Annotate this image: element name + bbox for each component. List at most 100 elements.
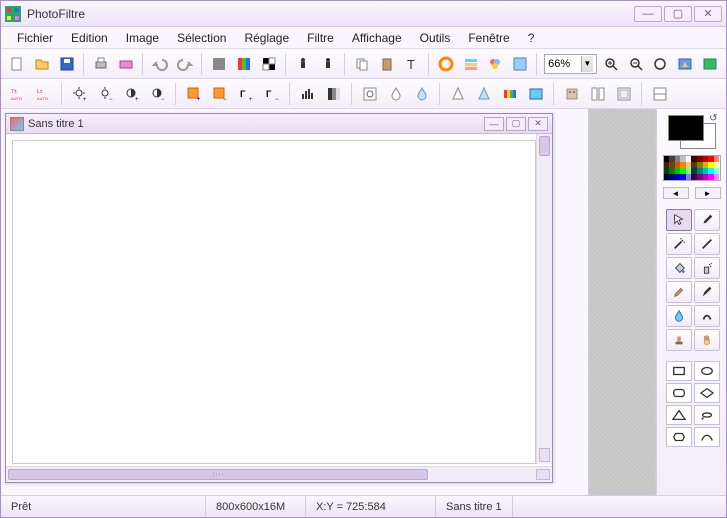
scroll-right-button[interactable]: [536, 469, 550, 480]
rect-shape[interactable]: [666, 361, 692, 381]
relief-button[interactable]: [561, 83, 583, 105]
brush-tool[interactable]: [666, 281, 692, 303]
blur-button[interactable]: [411, 83, 433, 105]
undo-button[interactable]: [150, 53, 171, 75]
photomask-button[interactable]: [525, 83, 547, 105]
doc-close-button[interactable]: ✕: [528, 117, 548, 131]
lasso-shape[interactable]: [694, 405, 720, 425]
ellipse-shape[interactable]: [694, 361, 720, 381]
adv-brush-tool[interactable]: [694, 281, 720, 303]
options-button[interactable]: [460, 53, 481, 75]
palette-swatch[interactable]: [714, 174, 720, 180]
saturation-minus-button[interactable]: Γ−: [261, 83, 283, 105]
pipette-tool[interactable]: [694, 209, 720, 231]
menu-reglage[interactable]: Réglage: [236, 29, 297, 47]
histogram-button[interactable]: [297, 83, 319, 105]
auto-levels-button[interactable]: T±AUTO: [7, 83, 29, 105]
wand-tool[interactable]: [666, 233, 692, 255]
zoom-fit-button[interactable]: [650, 53, 671, 75]
chevron-down-icon[interactable]: ▼: [581, 56, 593, 72]
menu-outils[interactable]: Outils: [412, 29, 459, 47]
contrast-plus-button[interactable]: +: [121, 83, 143, 105]
zoom-in-button[interactable]: [601, 53, 622, 75]
new-button[interactable]: [7, 53, 28, 75]
freehand-shape[interactable]: [694, 427, 720, 447]
checker-button[interactable]: [258, 53, 279, 75]
zoom-out-button[interactable]: [625, 53, 646, 75]
doc-minimize-button[interactable]: —: [484, 117, 504, 131]
canvas[interactable]: [12, 140, 536, 464]
scroll-tool[interactable]: [694, 329, 720, 351]
man-left-button[interactable]: [293, 53, 314, 75]
color-palette[interactable]: [663, 155, 721, 181]
frame-button[interactable]: [587, 83, 609, 105]
hue-button[interactable]: [436, 53, 457, 75]
menu-fichier[interactable]: Fichier: [9, 29, 61, 47]
open-button[interactable]: [32, 53, 53, 75]
document-window[interactable]: Sans titre 1 — ▢ ✕: [5, 113, 553, 483]
contrast-minus-button[interactable]: −: [147, 83, 169, 105]
grayscale-button[interactable]: [323, 83, 345, 105]
spray-tool[interactable]: [694, 257, 720, 279]
vertical-scrollbar[interactable]: [536, 134, 552, 464]
blur-tool[interactable]: [666, 305, 692, 327]
titlebar[interactable]: PhotoFiltre — ▢ ✕: [1, 1, 726, 27]
last-filter-button[interactable]: [649, 83, 671, 105]
scrollbar-thumb[interactable]: [539, 136, 550, 156]
menu-selection[interactable]: Sélection: [169, 29, 234, 47]
scroll-down-button[interactable]: [539, 448, 550, 462]
save-button[interactable]: [56, 53, 77, 75]
horizontal-scrollbar[interactable]: [6, 466, 552, 482]
window-close-button[interactable]: ✕: [694, 6, 722, 22]
explorer-button[interactable]: [699, 53, 720, 75]
menu-edition[interactable]: Edition: [63, 29, 116, 47]
menu-image[interactable]: Image: [118, 29, 167, 47]
brightness-plus-button[interactable]: +: [69, 83, 91, 105]
soften-button[interactable]: [473, 83, 495, 105]
menu-help[interactable]: ?: [520, 29, 543, 47]
brightness-minus-button[interactable]: −: [95, 83, 117, 105]
paste-button[interactable]: [377, 53, 398, 75]
man-right-button[interactable]: [317, 53, 338, 75]
copy-button[interactable]: [352, 53, 373, 75]
swap-colors-icon[interactable]: ↺: [709, 113, 717, 124]
dust-button[interactable]: [385, 83, 407, 105]
menu-fenetre[interactable]: Fenêtre: [460, 29, 517, 47]
gamma-minus-button[interactable]: −: [209, 83, 231, 105]
foreground-color-swatch[interactable]: [668, 115, 704, 141]
sharpen-button[interactable]: [447, 83, 469, 105]
diamond-shape[interactable]: [694, 383, 720, 403]
menu-filtre[interactable]: Filtre: [299, 29, 342, 47]
text-button[interactable]: T: [401, 53, 422, 75]
rounded-rect-shape[interactable]: [666, 383, 692, 403]
document-titlebar[interactable]: Sans titre 1 — ▢ ✕: [6, 114, 552, 134]
plugin-button[interactable]: [485, 53, 506, 75]
fullscreen-button[interactable]: [675, 53, 696, 75]
polygon-shape[interactable]: [666, 427, 692, 447]
window-maximize-button[interactable]: ▢: [664, 6, 692, 22]
automate-button[interactable]: [510, 53, 531, 75]
palette-next-button[interactable]: ►: [695, 187, 721, 199]
triangle-shape[interactable]: [666, 405, 692, 425]
gamma-plus-button[interactable]: +: [183, 83, 205, 105]
selection-tool[interactable]: [666, 209, 692, 231]
menu-affichage[interactable]: Affichage: [344, 29, 410, 47]
sepia-button[interactable]: [359, 83, 381, 105]
smudge-tool[interactable]: [694, 305, 720, 327]
zoom-combobox[interactable]: 66%▼: [544, 54, 597, 74]
scanner-button[interactable]: [115, 53, 136, 75]
doc-maximize-button[interactable]: ▢: [506, 117, 526, 131]
strips-button[interactable]: [234, 53, 255, 75]
print-button[interactable]: [91, 53, 112, 75]
scrollbar-thumb[interactable]: [8, 469, 428, 480]
palette-prev-button[interactable]: ◄: [663, 187, 689, 199]
auto-contrast-button[interactable]: L±AUTO: [33, 83, 55, 105]
clone-tool[interactable]: [666, 329, 692, 351]
saturation-plus-button[interactable]: Γ+: [235, 83, 257, 105]
rgb-button[interactable]: [209, 53, 230, 75]
redo-button[interactable]: [175, 53, 196, 75]
module-button[interactable]: [613, 83, 635, 105]
line-tool[interactable]: [694, 233, 720, 255]
variations-button[interactable]: [499, 83, 521, 105]
fill-tool[interactable]: [666, 257, 692, 279]
